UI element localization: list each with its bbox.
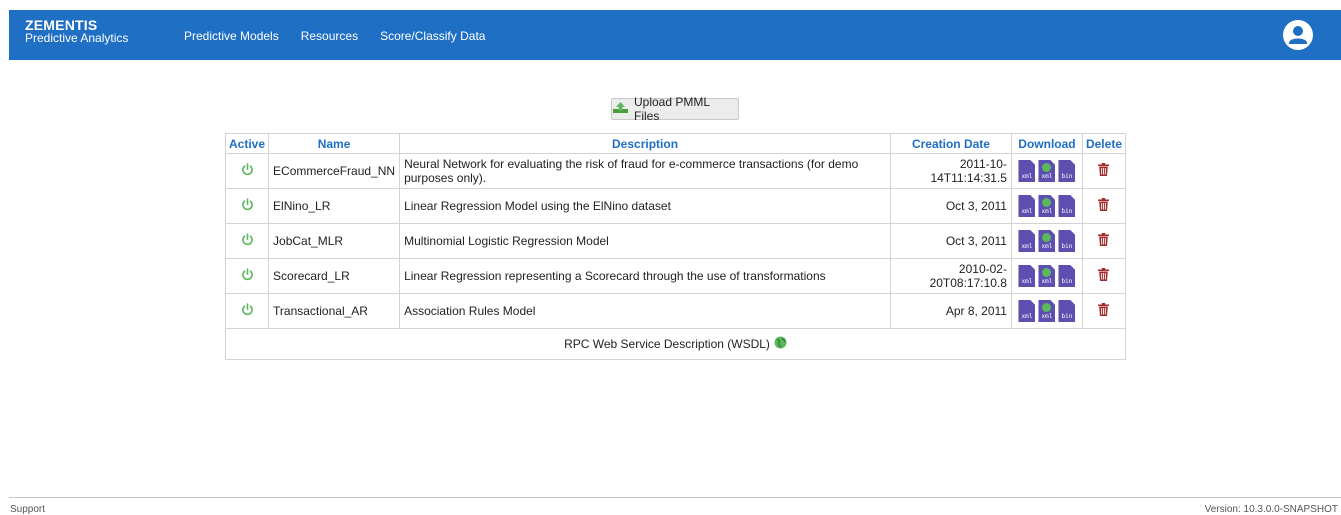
- brand-subtitle: Predictive Analytics: [25, 31, 129, 45]
- trash-icon[interactable]: [1098, 198, 1110, 214]
- trash-icon[interactable]: [1098, 303, 1110, 319]
- wsdl-row: RPC Web Service Description (WSDL): [225, 328, 1126, 360]
- trash-icon[interactable]: [1098, 163, 1110, 179]
- model-description: Linear Regression Model using the ElNino…: [399, 188, 891, 224]
- download-xml-file-icon[interactable]: xml: [1018, 230, 1036, 252]
- model-creation-date: 2011-10-14T11:14:31.5: [889, 153, 1012, 189]
- table-row: Scorecard_LR Linear Regression representi…: [224, 258, 1127, 294]
- table-header-row: Active Name Description Creation Date Do…: [224, 133, 1127, 154]
- footer-version: Version: 10.3.0.0-SNAPSHOT: [1204, 504, 1338, 515]
- nav-predictive-models[interactable]: Predictive Models: [184, 29, 279, 43]
- model-creation-date: Oct 3, 2011: [889, 188, 1012, 224]
- power-icon[interactable]: [241, 303, 254, 319]
- model-description: Neural Network for evaluating the risk o…: [399, 153, 891, 189]
- model-creation-date: Apr 8, 2011: [889, 293, 1012, 329]
- download-icons: xml xml bin: [1018, 300, 1076, 322]
- model-description: Multinomial Logistic Regression Model: [399, 223, 891, 259]
- download-xml-file-icon[interactable]: xml: [1038, 195, 1056, 217]
- power-icon[interactable]: [241, 163, 254, 179]
- download-xml-file-icon[interactable]: xml: [1018, 300, 1036, 322]
- model-name: Transactional_AR: [268, 293, 401, 329]
- globe-icon: [774, 336, 787, 352]
- model-creation-date: Oct 3, 2011: [889, 223, 1012, 259]
- download-bin-file-icon[interactable]: bin: [1058, 160, 1076, 182]
- upload-pmml-button[interactable]: Upload PMML Files: [611, 95, 739, 123]
- model-description: Linear Regression representing a Scoreca…: [399, 258, 891, 294]
- download-bin-file-icon[interactable]: bin: [1058, 265, 1076, 287]
- col-download: Download: [1010, 133, 1083, 154]
- power-icon[interactable]: [241, 268, 254, 284]
- trash-icon[interactable]: [1098, 268, 1110, 284]
- top-navbar: ZEMENTIS Predictive Analytics Predictive…: [9, 10, 1341, 60]
- upload-label: Upload PMML Files: [634, 95, 710, 123]
- user-avatar-icon[interactable]: [1283, 20, 1313, 50]
- table-row: Transactional_AR Association Rules Model A…: [224, 293, 1127, 329]
- wsdl-link[interactable]: RPC Web Service Description (WSDL): [564, 336, 787, 352]
- download-xml-file-icon[interactable]: xml: [1038, 300, 1056, 322]
- table-row: JobCat_MLR Multinomial Logistic Regressio…: [224, 223, 1127, 259]
- col-active: Active: [224, 133, 270, 154]
- download-xml-file-icon[interactable]: xml: [1038, 230, 1056, 252]
- table-row: ECommerceFraud_NN Neural Network for eval…: [224, 153, 1127, 189]
- download-bin-file-icon[interactable]: bin: [1058, 230, 1076, 252]
- download-icons: xml xml bin: [1018, 230, 1076, 252]
- download-xml-file-icon[interactable]: xml: [1038, 160, 1056, 182]
- model-name: Scorecard_LR: [268, 258, 401, 294]
- upload-icon: [612, 101, 629, 117]
- model-name: ECommerceFraud_NN: [268, 153, 401, 189]
- col-name: Name: [268, 133, 401, 154]
- model-name: ElNino_LR: [268, 188, 401, 224]
- model-description: Association Rules Model: [399, 293, 891, 329]
- download-xml-file-icon[interactable]: xml: [1018, 160, 1036, 182]
- download-icons: xml xml bin: [1018, 160, 1076, 182]
- col-delete: Delete: [1081, 133, 1127, 154]
- download-bin-file-icon[interactable]: bin: [1058, 300, 1076, 322]
- col-description: Description: [399, 133, 891, 154]
- trash-icon[interactable]: [1098, 233, 1110, 249]
- main-nav: Predictive Models Resources Score/Classi…: [184, 29, 485, 43]
- nav-score-classify-data[interactable]: Score/Classify Data: [380, 29, 485, 43]
- download-xml-file-icon[interactable]: xml: [1018, 265, 1036, 287]
- footer-divider: [9, 497, 1341, 498]
- download-bin-file-icon[interactable]: bin: [1058, 195, 1076, 217]
- download-icons: xml xml bin: [1018, 195, 1076, 217]
- nav-resources[interactable]: Resources: [301, 29, 358, 43]
- wsdl-label: RPC Web Service Description (WSDL): [564, 337, 770, 351]
- footer-support-link[interactable]: Support: [10, 504, 45, 515]
- power-icon[interactable]: [241, 198, 254, 214]
- model-creation-date: 2010-02-20T08:17:10.8: [889, 258, 1012, 294]
- col-creation-date: Creation Date: [889, 133, 1012, 154]
- table-row: ElNino_LR Linear Regression Model using t…: [224, 188, 1127, 224]
- download-icons: xml xml bin: [1018, 265, 1076, 287]
- power-icon[interactable]: [241, 233, 254, 249]
- brand-logo[interactable]: ZEMENTIS Predictive Analytics: [25, 18, 129, 45]
- download-xml-file-icon[interactable]: xml: [1018, 195, 1036, 217]
- models-table: Active Name Description Creation Date Do…: [224, 133, 1127, 360]
- model-name: JobCat_MLR: [268, 223, 401, 259]
- download-xml-file-icon[interactable]: xml: [1038, 265, 1056, 287]
